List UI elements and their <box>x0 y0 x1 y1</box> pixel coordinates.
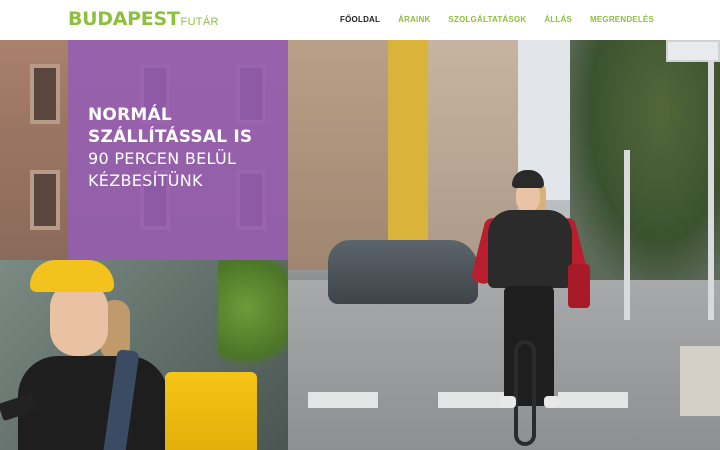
street-building <box>288 40 388 270</box>
crosswalk-stripe <box>558 392 628 408</box>
site-header: BUDAPEST FUTÁR FŐOLDAL ÁRAINK SZOLGÁLTAT… <box>0 0 720 40</box>
nav-item-megrendeles[interactable]: MEGRENDELÉS <box>590 15 654 24</box>
street-trees <box>570 40 720 280</box>
cyclist-photo <box>288 40 720 450</box>
building-window <box>30 170 60 230</box>
courier-photo <box>0 260 288 450</box>
crosswalk-stripe <box>438 392 508 408</box>
yellow-cap <box>30 260 114 292</box>
hero-headline: NORMÁL SZÁLLÍTÁSSAL IS 90 PERCEN BELÜL K… <box>88 104 278 192</box>
bicycle-wheel <box>514 340 536 446</box>
plant-leaves <box>218 260 288 380</box>
hero-line-4: KÉZBESÍTÜNK <box>88 171 203 190</box>
nav-item-araink[interactable]: ÁRAINK <box>398 15 430 24</box>
main-nav: FŐOLDAL ÁRAINK SZOLGÁLTATÁSOK ÁLLÁS MEGR… <box>322 15 654 24</box>
hero-line-1: NORMÁL <box>88 105 172 125</box>
building-window <box>30 64 60 124</box>
hero-line-3: 90 PERCEN BELÜL <box>88 149 237 168</box>
hero-section: NORMÁL SZÁLLÍTÁSSAL IS 90 PERCEN BELÜL K… <box>0 40 720 450</box>
nav-item-szolgaltatasok[interactable]: SZOLGÁLTATÁSOK <box>448 15 526 24</box>
street-pole <box>624 150 630 320</box>
messenger-bag <box>568 264 590 308</box>
bike-helmet-icon <box>512 170 544 188</box>
crosswalk-stripe <box>308 392 378 408</box>
cyclist-jacket <box>488 210 572 288</box>
nav-item-fooldal[interactable]: FŐOLDAL <box>340 15 380 24</box>
logo-sub: FUTÁR <box>180 16 219 28</box>
brand-logo[interactable]: BUDAPEST FUTÁR <box>68 8 219 30</box>
courier-shirt <box>18 356 168 450</box>
street-pole <box>708 60 714 320</box>
stone-bollard <box>680 346 720 416</box>
cyclist-shoe <box>544 396 560 408</box>
cyclist-shoe <box>500 396 516 408</box>
hero-line-2: SZÁLLÍTÁSSAL IS <box>88 127 253 147</box>
yellow-delivery-bag <box>165 372 257 450</box>
street-sign <box>666 40 720 62</box>
logo-name: BUDAPEST <box>68 8 180 30</box>
street-building <box>388 40 428 250</box>
nav-item-allas[interactable]: ÁLLÁS <box>544 15 572 24</box>
parked-car <box>328 240 478 304</box>
